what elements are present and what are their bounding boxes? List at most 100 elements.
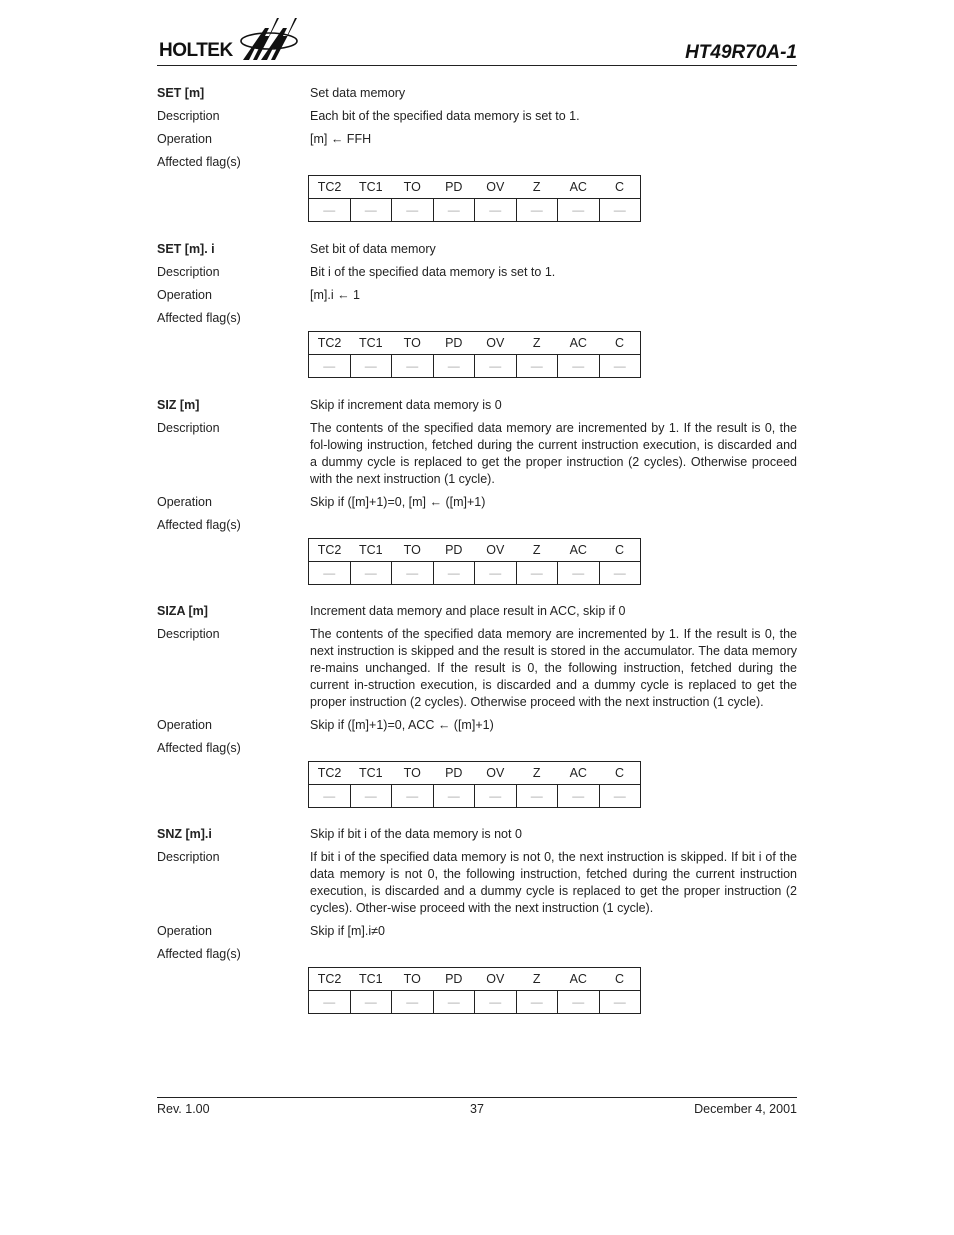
flags-table: TC2 TC1 TO PD OV Z AC C — — — — — — — — [308,761,641,808]
flag-header: TC1 [350,967,392,991]
flag-header: TC2 [308,175,350,199]
flag-header: PD [433,175,475,199]
flag-header: OV [474,331,516,355]
flag-header: TO [391,761,433,785]
flag-header: TC2 [308,538,350,562]
flag-value: — [557,784,599,808]
flag-value: — [391,784,433,808]
flag-header: PD [433,538,475,562]
operation-label: Operation [157,718,212,732]
description-label: Description [157,109,220,123]
flag-value: — [432,561,475,585]
holtek-logo-icon [240,18,298,60]
flag-header: TC1 [350,175,392,199]
flag-header: TC1 [350,538,392,562]
flag-header: AC [557,175,599,199]
flag-header: OV [474,175,516,199]
publication-date: December 4, 2001 [694,1102,797,1116]
flag-value: — [557,990,599,1014]
instruction-snz-m-i: SNZ [m].i Skip if bit i of the data memor… [157,826,797,1014]
flag-value: — [474,561,516,585]
description-label: Description [157,850,220,864]
flags-table: TC2 TC1 TO PD OV Z AC C — — — — — — — — [308,331,641,378]
flag-header: AC [557,761,599,785]
instruction-mnemonic: SNZ [m].i [157,827,212,841]
operation-label: Operation [157,495,212,509]
flag-value: — [432,990,475,1014]
flag-header: AC [557,967,599,991]
flag-value: — [474,990,516,1014]
flag-header: C [599,761,641,785]
instruction-description: The contents of the specified data memor… [310,627,797,709]
instruction-set-m-i: SET [m]. i Set bit of data memory Descrip… [157,241,797,378]
flag-header: TO [391,175,433,199]
operation-label: Operation [157,924,212,938]
instruction-description: The contents of the specified data memor… [310,421,797,486]
flag-header: TC2 [308,331,350,355]
flag-value: — [557,561,599,585]
instruction-operation: Skip if [m].i≠0 [310,924,385,938]
affected-flags-label: Affected flag(s) [157,518,241,532]
operation-label: Operation [157,132,212,146]
operation-label: Operation [157,288,212,302]
page-footer: Rev. 1.00 37 December 4, 2001 [157,1097,797,1116]
instruction-mnemonic: SIZA [m] [157,604,208,618]
flags-table: TC2 TC1 TO PD OV Z AC C — — — — — — — — [308,175,641,222]
flag-header: C [599,175,641,199]
flag-header: PD [433,967,475,991]
flag-header: C [599,331,641,355]
instruction-operation: [m].i ← 1 [310,288,361,302]
instruction-description: If bit i of the specified data memory is… [310,850,797,915]
instruction-operation: [m] ← FFH [310,132,372,146]
instruction-summary: Set bit of data memory [310,242,436,256]
flag-header: TO [391,967,433,991]
instruction-description: Bit i of the specified data memory is se… [310,265,556,279]
flag-value: — [515,198,558,222]
page-header: HOLTEK HT49R70A-1 [157,10,797,66]
flag-header: AC [557,331,599,355]
instruction-summary: Increment data memory and place result i… [310,604,626,618]
flag-header: Z [516,967,558,991]
flag-header: Z [516,331,558,355]
instruction-operation: Skip if ([m]+1)=0, ACC ← ([m]+1) [310,718,494,732]
flag-value: — [432,198,475,222]
instruction-description: Each bit of the specified data memory is… [310,109,580,123]
flag-value: — [515,354,558,378]
flag-value: — [349,198,392,222]
flag-header: PD [433,761,475,785]
flag-value: — [323,788,336,803]
flag-header: TO [391,331,433,355]
logo-text: HOLTEK [159,40,233,61]
description-label: Description [157,627,220,641]
flag-value: — [323,358,336,373]
flag-value: — [598,561,641,585]
flag-value: — [391,561,433,585]
flag-header: TC2 [308,761,350,785]
flag-header: PD [433,331,475,355]
flag-value: — [598,198,641,222]
flag-value: — [391,990,433,1014]
flag-value: — [432,354,475,378]
flag-value: — [323,202,336,217]
flag-value: — [598,354,641,378]
flag-value: — [349,784,392,808]
flag-value: — [557,198,599,222]
flag-header: Z [516,175,558,199]
flag-value: — [349,561,392,585]
flag-header: TO [391,538,433,562]
flag-value: — [349,354,392,378]
flag-value: — [474,198,516,222]
document-title: HT49R70A-1 [685,42,797,63]
instruction-summary: Skip if bit i of the data memory is not … [310,827,522,841]
flag-value: — [323,994,336,1009]
flag-header: Z [516,538,558,562]
instruction-mnemonic: SIZ [m] [157,398,200,412]
affected-flags-label: Affected flag(s) [157,311,241,325]
flag-header: C [599,967,641,991]
instruction-siz-m: SIZ [m] Skip if increment data memory is … [157,397,797,585]
description-label: Description [157,421,220,435]
flags-table: TC2 TC1 TO PD OV Z AC C — — — — — — — — [308,538,641,585]
affected-flags-label: Affected flag(s) [157,155,241,169]
flag-value: — [432,784,475,808]
flag-header: TC2 [308,967,350,991]
